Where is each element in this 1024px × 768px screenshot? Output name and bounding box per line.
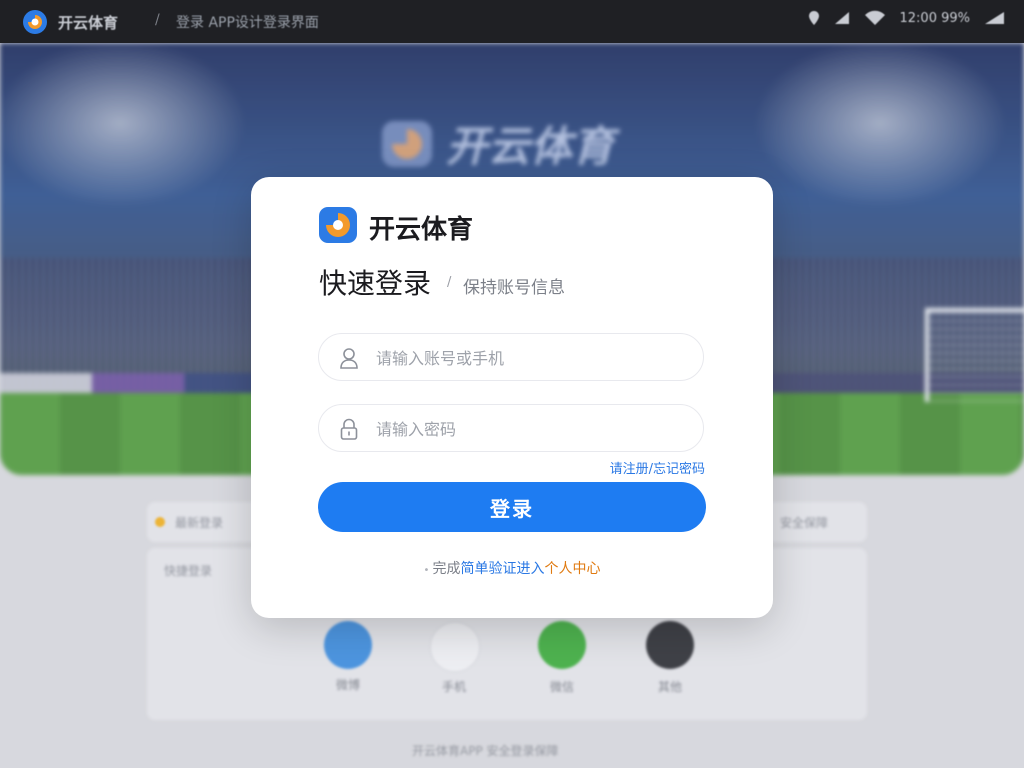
battery-icon — [985, 12, 1004, 24]
page-subtitle: 登录 APP设计登录界面 — [176, 15, 319, 31]
wifi-icon — [864, 10, 885, 25]
app-title: 开云体育 — [58, 14, 119, 32]
login-modal: 开云体育 快速登录 / 保持账号信息 请注册/忘记密码 登录 •完成简单验证进入… — [251, 177, 773, 618]
hint-prefix: 完成 — [432, 561, 461, 577]
status-area: 12:00 99% — [808, 10, 1007, 26]
modal-title: 快速登录 — [319, 267, 432, 300]
personal-center-link[interactable]: 个人中心 — [544, 561, 600, 577]
brand-logo-icon — [319, 207, 357, 243]
login-button[interactable]: 登录 — [318, 482, 706, 532]
hint-dot-icon: • — [423, 565, 430, 576]
bottom-hint: • 完成简单验证进入个人中心 — [251, 558, 773, 578]
modal-brand-name: 开云体育 — [369, 215, 474, 245]
username-field[interactable] — [318, 333, 704, 382]
top-bar: 开云体育 / 登录 APP设计登录界面 12:00 99% — [0, 0, 1024, 43]
password-field[interactable] — [318, 404, 704, 453]
username-input[interactable] — [374, 334, 688, 382]
password-input[interactable] — [374, 405, 688, 453]
location-icon — [808, 11, 819, 25]
title-separator: / — [155, 12, 160, 28]
modal-subtitle: 保持账号信息 — [463, 278, 565, 298]
status-text: 12:00 99% — [899, 10, 971, 26]
app-logo-icon — [23, 10, 47, 34]
signal-icon — [834, 12, 849, 24]
title-slash: / — [447, 275, 452, 290]
lock-icon — [340, 418, 358, 440]
forgot-password-link[interactable]: 请注册/忘记密码 — [610, 458, 705, 477]
user-icon — [340, 348, 358, 369]
verify-link[interactable]: 简单验证进入 — [460, 561, 544, 577]
